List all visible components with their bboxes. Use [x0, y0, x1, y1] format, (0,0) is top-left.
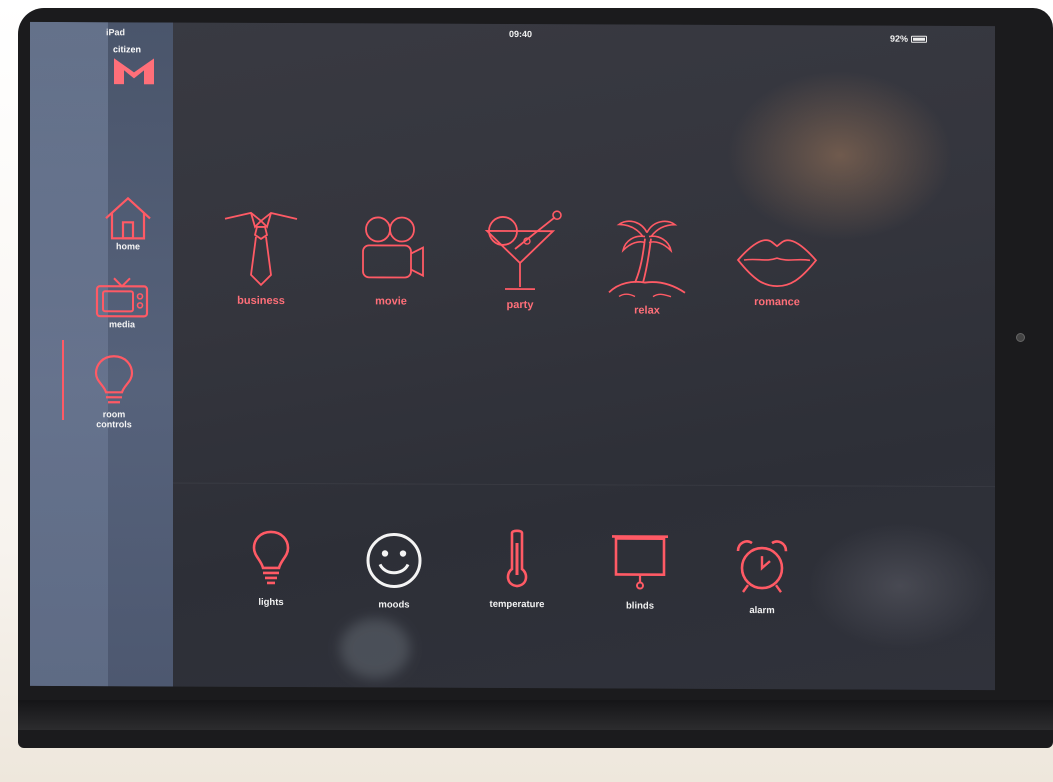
lightbulb-icon [252, 530, 290, 585]
control-label: blinds [626, 600, 654, 612]
control-temperature[interactable]: temperature [462, 529, 572, 610]
mood-label: party [506, 298, 534, 312]
control-label: moods [378, 599, 410, 611]
logo-m-icon [114, 58, 154, 85]
house-icon [105, 196, 151, 240]
sidebar-item-label: home [115, 241, 140, 252]
palm-tree-icon [608, 220, 686, 298]
battery-icon [911, 35, 928, 43]
mood-relax[interactable]: relax [592, 212, 702, 317]
thermometer-icon [506, 529, 528, 588]
mood-label: romance [754, 296, 800, 309]
smiley-icon [366, 532, 422, 588]
mood-label: relax [634, 304, 660, 317]
cocktail-icon [484, 210, 562, 290]
mood-label: movie [375, 295, 407, 308]
sidebar-item-home[interactable]: home [88, 194, 168, 251]
ipad-bottom-edge [18, 700, 1053, 730]
app-screen: citizen home media room controls iPad 09… [30, 21, 995, 691]
alarm-clock-icon [736, 540, 788, 593]
control-label: lights [258, 596, 284, 609]
control-lights[interactable]: lights [216, 529, 326, 608]
sidebar: citizen home media room controls [30, 21, 173, 687]
control-moods[interactable]: moods [339, 531, 449, 611]
front-camera-icon [1016, 333, 1025, 342]
lightbulb-icon [94, 355, 134, 404]
mood-movie[interactable]: movie [336, 211, 446, 308]
logo-text: citizen [113, 44, 142, 55]
active-indicator [62, 340, 64, 421]
tie-icon [224, 211, 298, 287]
status-time: 09:40 [509, 28, 533, 40]
battery-indicator: 92% [890, 33, 928, 44]
battery-percent: 92% [890, 33, 909, 44]
projector-screen-icon [612, 535, 668, 590]
film-camera-icon [362, 216, 424, 279]
control-blinds[interactable]: blinds [585, 532, 695, 612]
lips-icon [736, 239, 818, 288]
status-bar: iPad 09:40 92% [30, 22, 995, 48]
sidebar-item-media[interactable]: media [82, 274, 162, 329]
control-alarm[interactable]: alarm [707, 537, 817, 616]
glare-spot [340, 618, 410, 679]
mood-romance[interactable]: romance [722, 230, 832, 308]
mood-party[interactable]: party [465, 209, 575, 311]
control-label: alarm [749, 605, 775, 617]
mood-business[interactable]: business [206, 203, 316, 307]
control-label: temperature [489, 598, 545, 611]
sidebar-item-label: room controls [96, 409, 132, 430]
sidebar-item-label: media [108, 319, 135, 330]
device-name: iPad [106, 27, 126, 38]
tv-icon [95, 277, 149, 318]
sidebar-item-room-controls[interactable]: room controls [74, 352, 154, 429]
mood-label: business [237, 294, 285, 308]
